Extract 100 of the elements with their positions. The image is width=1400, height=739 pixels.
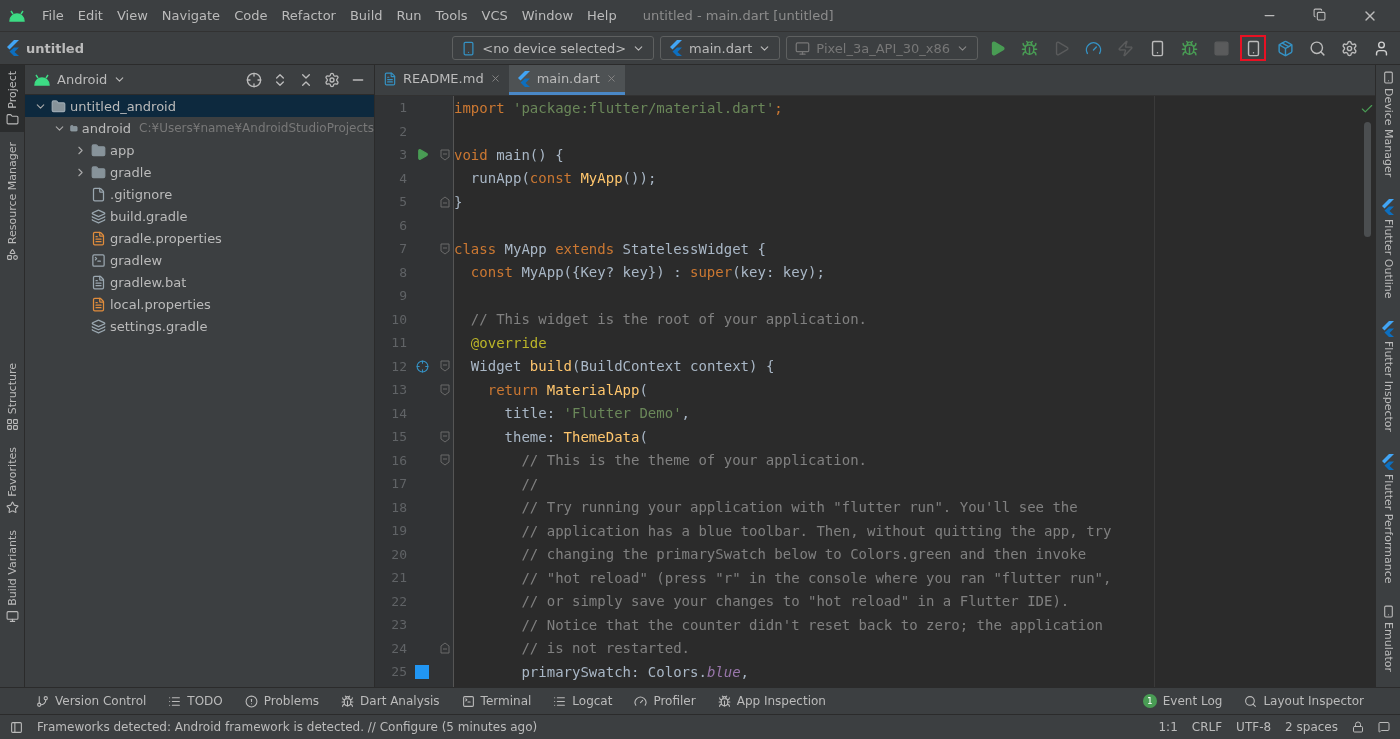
- tool-window-tab[interactable]: Flutter Performance: [1376, 448, 1400, 590]
- search-icon: [1308, 39, 1326, 57]
- editor-tab[interactable]: main.dart: [508, 65, 625, 95]
- tree-item[interactable]: app: [25, 139, 374, 161]
- status-item: UTF-8: [1236, 720, 1272, 734]
- list-icon: [168, 694, 182, 708]
- tool-window-tab[interactable]: Flutter Inspector: [1376, 314, 1400, 438]
- locate-icon[interactable]: [246, 71, 262, 88]
- code-line: // This widget is the root of your application.: [469, 311, 867, 328]
- tree-item[interactable]: gradle.properties: [25, 227, 374, 249]
- tool-window-tab[interactable]: Flutter Outline: [1376, 193, 1400, 305]
- menu-item[interactable]: Navigate: [155, 6, 227, 25]
- color-swatch[interactable]: [415, 664, 429, 679]
- menu-item[interactable]: Run: [390, 6, 428, 25]
- restore-icon[interactable]: [1313, 7, 1326, 21]
- fold-icon[interactable]: [440, 454, 450, 467]
- tree-item[interactable]: local.properties: [25, 293, 374, 315]
- scrollbar-thumb[interactable]: [1363, 122, 1371, 237]
- menu-item[interactable]: Edit: [71, 6, 109, 25]
- tree-item[interactable]: gradle: [25, 161, 374, 183]
- menu-item[interactable]: Tools: [429, 6, 474, 25]
- monitor-icon: [5, 609, 19, 623]
- code-line: // "hot reload" (press "r" in the console where you ran "flutter run",: [520, 569, 1112, 586]
- fold-icon[interactable]: [440, 242, 450, 255]
- bug-icon: [1020, 39, 1038, 57]
- lock-icon[interactable]: [1352, 721, 1364, 733]
- list-icon: [553, 694, 567, 708]
- tree-item[interactable]: build.gradle: [25, 205, 374, 227]
- tool-window-tab[interactable]: Emulator: [1376, 599, 1400, 679]
- flutter-logo-icon: [1381, 199, 1395, 216]
- tool-window-button[interactable]: Profiler: [634, 694, 696, 708]
- panel-toggle-icon[interactable]: [10, 720, 23, 734]
- tree-item[interactable]: untitled_android: [25, 95, 374, 117]
- flutter-logo-icon: [1381, 454, 1395, 470]
- fold-icon[interactable]: [440, 383, 450, 396]
- tree-item[interactable]: android C:¥Users¥name¥AndroidStudioProjects: [25, 117, 374, 139]
- folder-icon: [5, 112, 19, 126]
- code-line: void main() {: [454, 146, 564, 163]
- device-icon: [795, 40, 811, 56]
- lightning-icon: [1116, 39, 1134, 57]
- run-config-selector[interactable]: main.dart: [660, 36, 781, 60]
- code-line: // is not restarted.: [520, 640, 690, 657]
- fold-end-icon[interactable]: [440, 195, 450, 208]
- tree-item[interactable]: .gitignore: [25, 183, 374, 205]
- folder-icon: [91, 164, 106, 180]
- code-line: primarySwatch: Colors.blue,: [520, 663, 750, 680]
- menu-item[interactable]: VCS: [475, 6, 514, 25]
- tool-window-button[interactable]: App Inspection: [717, 694, 826, 708]
- tool-window-tab[interactable]: Resource Manager: [0, 135, 24, 267]
- code-line: theme: ThemeData(: [503, 428, 648, 445]
- window-title: untitled - main.dart [untitled]: [642, 8, 834, 23]
- fold-icon[interactable]: [440, 148, 450, 161]
- code-line: // application has a blue toolbar. Then, without quitting the app, try: [520, 522, 1112, 539]
- bug-icon: [341, 694, 355, 708]
- run-icon[interactable]: [415, 148, 429, 162]
- fold-icon[interactable]: [440, 430, 450, 443]
- menu-item[interactable]: Refactor: [275, 6, 342, 25]
- check-icon: [1360, 102, 1374, 116]
- tool-window-tab[interactable]: Favorites: [0, 441, 24, 520]
- tool-window-tab[interactable]: Project: [0, 65, 24, 132]
- tool-window-tab[interactable]: Device Manager: [1376, 65, 1400, 184]
- tool-window-button[interactable]: Dart Analysis: [341, 694, 440, 708]
- properties-file-icon: [91, 230, 106, 246]
- device-icon: [1381, 71, 1395, 84]
- device-selector[interactable]: <no device selected>: [452, 36, 655, 60]
- alert-icon: [244, 694, 258, 708]
- editor-tab[interactable]: README.md: [375, 65, 509, 95]
- fold-end-icon[interactable]: [440, 642, 450, 655]
- tree-item[interactable]: gradlew: [25, 249, 374, 271]
- override-icon[interactable]: [415, 359, 429, 373]
- settings-icon[interactable]: [324, 71, 340, 88]
- tool-window-button[interactable]: Terminal: [461, 694, 532, 708]
- close-icon[interactable]: [489, 73, 501, 84]
- tool-window-button[interactable]: Layout Inspector: [1244, 694, 1364, 708]
- properties-file-icon: [91, 296, 106, 312]
- menu-item[interactable]: Build: [343, 6, 389, 25]
- notification-icon[interactable]: [1378, 721, 1390, 733]
- tree-item[interactable]: settings.gradle: [25, 315, 374, 337]
- code-line: // or simply save your changes to "hot reload" in a Flutter IDE).: [520, 593, 1070, 610]
- tool-window-button[interactable]: TODO: [168, 694, 223, 708]
- terminal-icon: [461, 694, 475, 708]
- bug-icon: [717, 694, 731, 708]
- tool-window-button[interactable]: Version Control: [36, 694, 147, 708]
- menu-item[interactable]: Code: [228, 6, 274, 25]
- menu-item[interactable]: Help: [581, 6, 623, 25]
- tool-window-button[interactable]: Problems: [244, 694, 320, 708]
- tree-item[interactable]: gradlew.bat: [25, 271, 374, 293]
- tool-window-button[interactable]: Logcat: [553, 694, 613, 708]
- tool-window-tab[interactable]: Build Variants: [0, 523, 24, 629]
- menu-item[interactable]: Window: [515, 6, 580, 25]
- device-icon: [1381, 605, 1395, 619]
- project-name: untitled: [26, 40, 84, 56]
- fold-icon[interactable]: [440, 360, 450, 373]
- project-view-selector[interactable]: Android: [33, 72, 127, 87]
- tool-window-tab[interactable]: Structure: [0, 356, 24, 437]
- menu-item[interactable]: File: [36, 6, 70, 25]
- code-line: // changing the primarySwatch below to Colors.green and then invoke: [520, 546, 1087, 563]
- tool-window-button[interactable]: 1 Event Log: [1142, 694, 1223, 708]
- gauge-icon: [1084, 39, 1102, 57]
- menu-item[interactable]: View: [110, 6, 154, 25]
